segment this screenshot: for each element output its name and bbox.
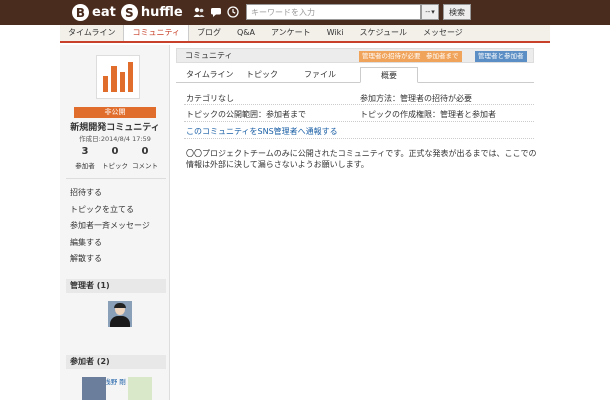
community-stats: 3 参加者 0 トピック 0 コメント (70, 146, 160, 170)
members-section-heading: 参加者 (2) (66, 355, 166, 369)
community-name: 新規開発コミュニティ (70, 123, 160, 133)
edit-link[interactable]: 編集する (70, 235, 150, 252)
community-sidebar: 非公開 新規開発コミュニティ 作成日:2014/8/4 17:59 3 参加者 … (60, 45, 170, 400)
nav-survey[interactable]: アンケート (263, 25, 319, 41)
community-description: 〇〇プロジェクトチームのみに公開されたコミュニティです。正式な発表が出るまでは、… (186, 149, 537, 169)
nav-message[interactable]: メッセージ (415, 25, 471, 41)
row-divider (184, 138, 534, 139)
create-topic-link[interactable]: トピックを立てる (70, 202, 150, 219)
stat-topics: 0 トピック (100, 146, 130, 170)
sidebar-divider (66, 178, 166, 179)
clock-icon[interactable] (227, 6, 239, 18)
topic-scope-value: トピックの公開範囲：参加者まで (186, 110, 306, 119)
stat-comments-count: 0 (141, 146, 149, 157)
admin-name-link[interactable]: 浅野 剛 (60, 376, 170, 386)
join-method-badge: 管理者の招待が必要 (359, 51, 424, 62)
users-icon[interactable] (193, 6, 205, 18)
broadcast-message-link[interactable]: 参加者一斉メッセージ (70, 218, 150, 235)
tab-overview[interactable]: 概要 (360, 67, 418, 83)
stat-members-count: 3 (81, 146, 89, 157)
main-content: コミュニティ 管理者の招待が必要 参加者まで 管理者と参加者 タイムライン トピ… (176, 45, 550, 400)
logo-word-eat: eat (92, 5, 116, 20)
member-avatar-2[interactable] (128, 377, 152, 400)
search-input[interactable] (246, 4, 421, 20)
sidebar-actions: 招待する トピックを立てる 参加者一斉メッセージ 編集する 解散する (70, 185, 150, 268)
stat-members: 3 参加者 (70, 146, 100, 170)
stat-comments: 0 コメント (130, 146, 160, 170)
community-tabs: タイムライン トピック ファイル 概要 (176, 67, 534, 83)
report-community-link[interactable]: このコミュニティをSNS管理者へ通報する (186, 126, 338, 137)
nav-wiki[interactable]: Wiki (319, 25, 352, 41)
logo-b-circle: B (72, 4, 89, 21)
nav-qa[interactable]: Q&A (229, 25, 263, 41)
search-scope-select[interactable]: -- ▾ (421, 4, 439, 20)
row-divider (184, 104, 534, 105)
community-header-bar: コミュニティ 管理者の招待が必要 参加者まで 管理者と参加者 (176, 48, 534, 63)
chat-icon[interactable] (210, 6, 222, 18)
category-value: カテゴリなし (186, 94, 234, 103)
logo-word-huffle: huffle (140, 5, 183, 20)
join-method-value: 参加方法：管理者の招待が必要 (360, 94, 472, 103)
topic-perm-value: トピックの作成権限：管理者と参加者 (360, 110, 496, 119)
chevron-down-icon: ▾ (431, 8, 435, 16)
invite-link[interactable]: 招待する (70, 185, 150, 202)
tab-timeline[interactable]: タイムライン (186, 67, 233, 83)
nav-schedule[interactable]: スケジュール (352, 25, 415, 41)
logo-s-circle: S (120, 4, 138, 21)
member-avatar-1[interactable] (82, 377, 106, 400)
search-scope-value: -- (425, 8, 431, 16)
topic-scope-badge: 参加者まで (423, 51, 462, 62)
nav-blog[interactable]: ブログ (189, 25, 229, 41)
nav-community[interactable]: コミュニティ (123, 25, 189, 41)
tab-files[interactable]: ファイル (304, 67, 336, 83)
admin-section-heading: 管理者 (1) (66, 279, 166, 293)
private-badge: 非公開 (74, 107, 156, 118)
admin-avatar[interactable] (108, 301, 132, 327)
global-nav: タイムライン コミュニティ ブログ Q&A アンケート Wiki スケジュール … (60, 25, 550, 43)
row-divider (184, 121, 534, 122)
search-button[interactable]: 検索 (443, 4, 471, 20)
stat-members-label: 参加者 (75, 162, 95, 170)
section-title: コミュニティ (185, 51, 233, 60)
nav-timeline[interactable]: タイムライン (60, 25, 123, 41)
community-created-date: 作成日:2014/8/4 17:59 (79, 135, 151, 143)
community-thumbnail-chart-icon (96, 55, 140, 99)
top-header: B eat S huffle --▾ 検索 (0, 0, 610, 25)
topic-perm-badge: 管理者と参加者 (475, 51, 527, 62)
stat-topics-count: 0 (111, 146, 119, 157)
beat-shuffle-logo[interactable]: B eat S huffle (72, 3, 183, 22)
tab-topics[interactable]: トピック (246, 67, 278, 83)
stat-comments-label: コメント (132, 162, 158, 170)
stat-topics-label: トピック (102, 162, 128, 170)
dissolve-link[interactable]: 解散する (70, 251, 150, 268)
